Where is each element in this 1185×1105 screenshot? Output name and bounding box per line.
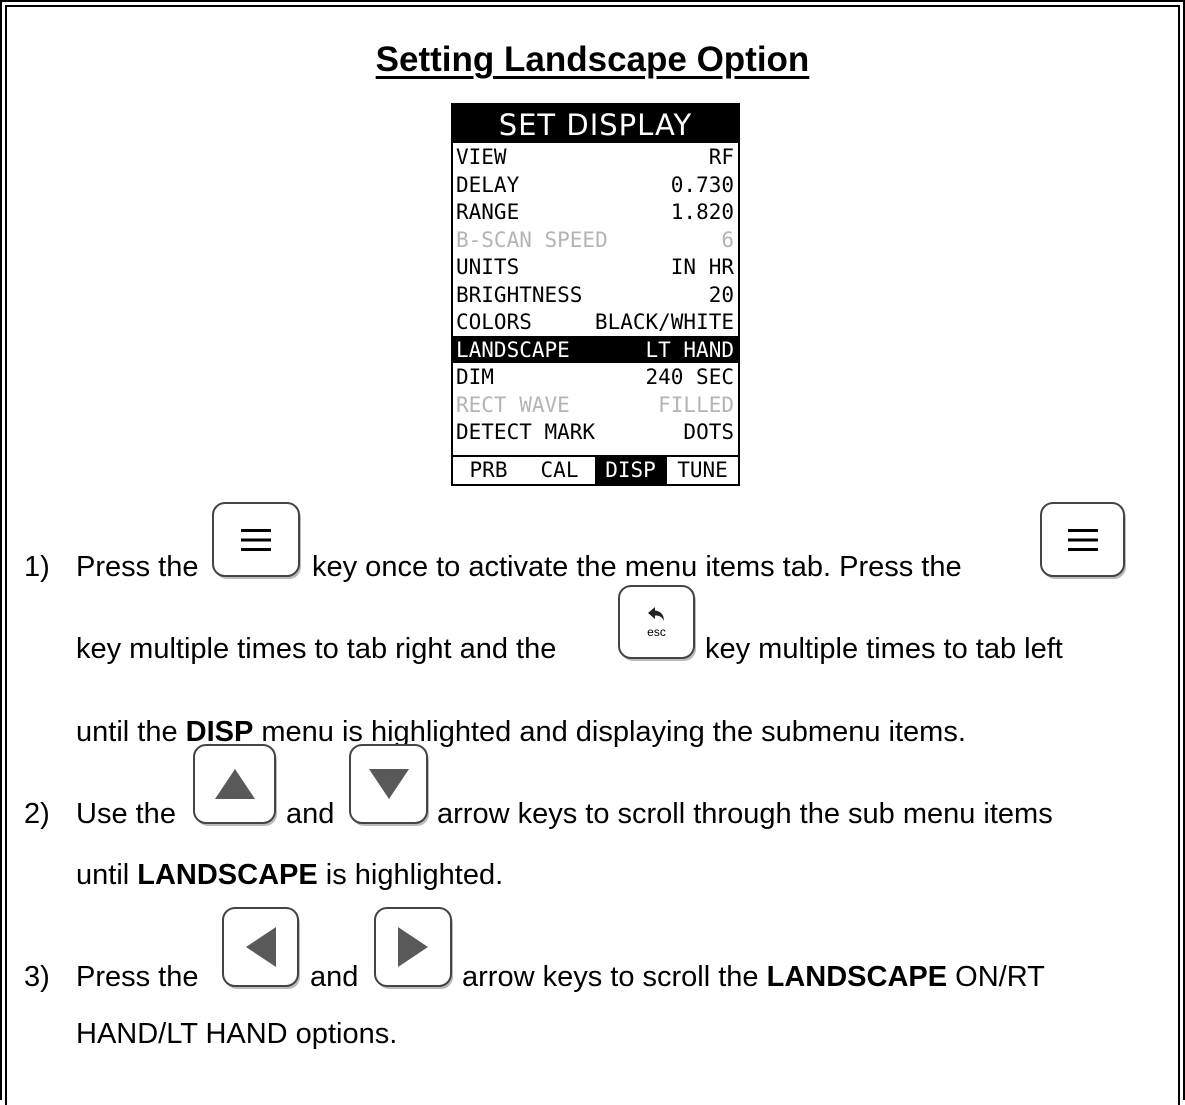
menu-item-value: 1.820 xyxy=(670,200,734,224)
menu-item-label: DIM xyxy=(456,365,494,389)
step-3-text-e: HAND/LT HAND options. xyxy=(76,1018,398,1050)
menu-item-value: 6 xyxy=(721,227,734,252)
menu-item-label: RECT WAVE xyxy=(456,392,570,417)
menu-item-value: DOTS xyxy=(683,420,734,444)
menu-item-label: RANGE xyxy=(456,200,520,224)
menu-item-value: BLACK/WHITE xyxy=(594,310,734,334)
menu-item-landscape[interactable]: LANDSCAPE LT HAND xyxy=(453,335,738,363)
menu-key-icon-2 xyxy=(1040,502,1125,577)
menu-item-value: FILLED xyxy=(658,392,734,417)
tab-disp[interactable]: DISP xyxy=(595,457,666,484)
menu-item-delay[interactable]: DELAY 0.730 xyxy=(453,171,738,199)
menu-item-label: DELAY xyxy=(456,172,520,197)
menu-item-label: DETECT MARK xyxy=(456,420,596,444)
menu-item-value: IN HR xyxy=(670,255,734,279)
landscape-bold-2: LANDSCAPE xyxy=(766,961,948,993)
menu-item-label: COLORS xyxy=(456,310,532,334)
step-1-text-d: key multiple times to tab left xyxy=(705,633,1063,665)
tab-cal[interactable]: CAL xyxy=(524,457,595,484)
landscape-bold: LANDSCAPE xyxy=(137,859,318,891)
menu-item-value: 240 SEC xyxy=(645,365,734,389)
menu-item-label: B-SCAN SPEED xyxy=(456,227,608,252)
step-2-number: 2) xyxy=(24,798,50,830)
menu-item-units[interactable]: UNITS IN HR xyxy=(453,253,738,281)
menu-key-icon xyxy=(212,502,300,577)
menu-item-label: LANDSCAPE xyxy=(456,337,570,362)
step-2-text-a: Use the xyxy=(76,798,176,830)
menu-item-brightness[interactable]: BRIGHTNESS 20 xyxy=(453,281,738,309)
screen-title: SET DISPLAY xyxy=(453,105,738,143)
page-title: Setting Landscape Option xyxy=(375,40,810,79)
menu-item-detect-mark[interactable]: DETECT MARK DOTS xyxy=(453,418,738,446)
up-arrow-key-icon xyxy=(193,744,276,824)
menu-item-colors[interactable]: COLORS BLACK/WHITE xyxy=(453,308,738,336)
menu-item-value: LT HAND xyxy=(645,337,734,362)
menu-item-b-scan-speed[interactable]: B-SCAN SPEED 6 xyxy=(453,226,738,254)
tab-tune[interactable]: TUNE xyxy=(666,457,738,484)
step-3-text-a: Press the xyxy=(76,961,199,993)
menu-item-dim[interactable]: DIM 240 SEC xyxy=(453,363,738,391)
step-1-text-a: Press the xyxy=(76,551,199,583)
menu-item-value: RF xyxy=(708,145,734,169)
step-3-line-1: arrow keys to scroll the LANDSCAPE ON/RT xyxy=(462,961,1045,993)
menu-item-label: UNITS xyxy=(456,255,520,279)
left-arrow-key-icon xyxy=(222,907,299,987)
step-3-text-b: and xyxy=(310,961,359,993)
step-2-line-2: until LANDSCAPE is highlighted. xyxy=(76,859,504,891)
step-1-number: 1) xyxy=(24,551,50,583)
menu-item-label: VIEW xyxy=(456,145,507,169)
menu-list: VIEW RF DELAY 0.730 RANGE 1.820 B-SCAN SPEED 6 U… xyxy=(453,143,738,446)
menu-tabs: PRB CAL DISP TUNE xyxy=(453,455,738,484)
device-screen: SET DISPLAY VIEW RF DELAY 0.730 RANGE 1.820 B-… xyxy=(451,103,740,486)
right-arrow-key-icon xyxy=(374,907,452,987)
menu-item-view[interactable]: VIEW RF xyxy=(453,143,738,171)
menu-item-value: 20 xyxy=(708,282,734,307)
menu-item-value: 0.730 xyxy=(670,172,734,197)
menu-item-label: BRIGHTNESS xyxy=(456,282,583,307)
step-1-text-c: key multiple times to tab right and the xyxy=(76,633,557,665)
down-arrow-key-icon xyxy=(349,744,428,824)
step-1-text-b: key once to activate the menu items tab.… xyxy=(312,551,962,583)
menu-item-rect-wave[interactable]: RECT WAVE FILLED xyxy=(453,391,738,419)
menu-item-range[interactable]: RANGE 1.820 xyxy=(453,198,738,226)
esc-key-icon: esc xyxy=(618,585,695,659)
step-2-text-b: and xyxy=(286,798,335,830)
step-3-number: 3) xyxy=(24,961,50,993)
step-2-text-c: arrow keys to scroll through the sub men… xyxy=(437,798,1053,830)
tab-prb[interactable]: PRB xyxy=(453,457,524,484)
